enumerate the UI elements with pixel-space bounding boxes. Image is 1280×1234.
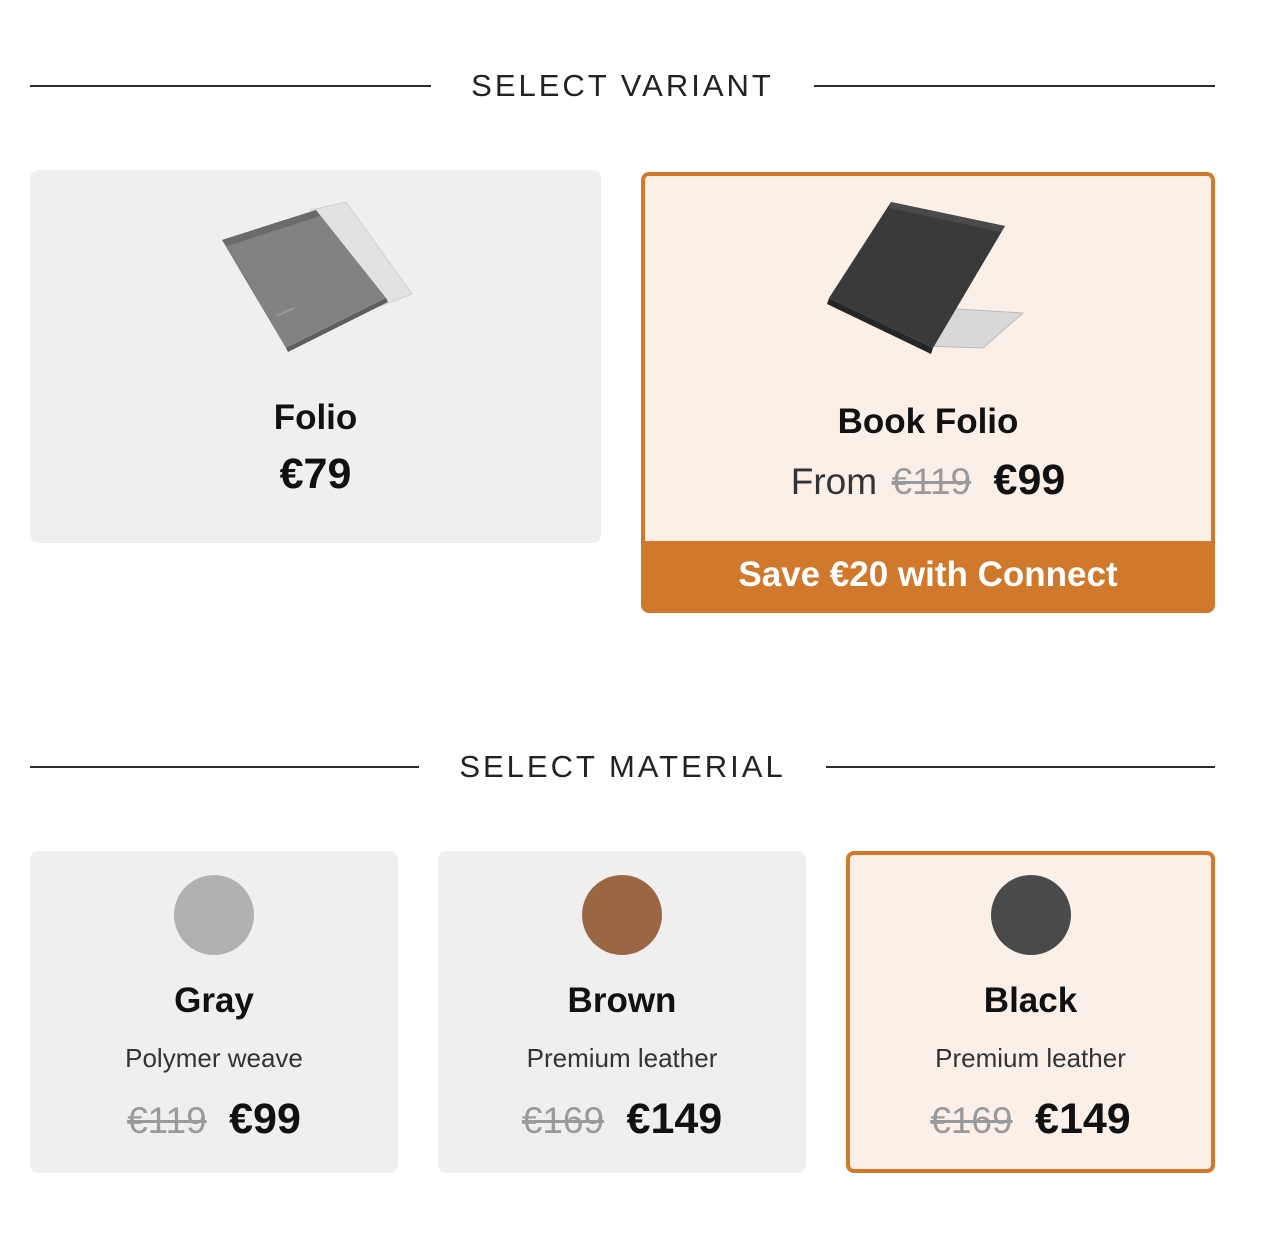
from-label: From [790, 461, 878, 502]
material-section-title: SELECT MATERIAL [459, 749, 786, 784]
material-description: Premium leather [935, 1043, 1126, 1073]
material-name: Brown [567, 981, 677, 1020]
color-swatch-gray [174, 875, 254, 955]
variant-price-line: From €119 €99 [645, 456, 1211, 505]
black-book-folio-image [827, 202, 1025, 354]
variant-name: Book Folio [837, 402, 1019, 441]
divider-line-right [813, 85, 1216, 87]
variant-card-book-folio[interactable]: Book Folio From €119 €99 Save €20 with C… [641, 172, 1215, 613]
divider-line-left [30, 766, 420, 768]
variant-section-header: SELECT VARIANT [30, 66, 1216, 106]
material-name: Gray [174, 981, 254, 1020]
material-price: €149 [1035, 1095, 1131, 1143]
variant-name: Folio [273, 398, 358, 437]
material-name: Black [983, 981, 1078, 1020]
material-description: Polymer weave [125, 1043, 303, 1073]
old-price: €169 [930, 1100, 1013, 1141]
material-card-brown[interactable]: Brown Premium leather €169 €149 [438, 851, 806, 1173]
variant-price: €99 [993, 456, 1066, 504]
material-price-line: €169 €149 [850, 1095, 1211, 1144]
material-section-header: SELECT MATERIAL [30, 747, 1216, 787]
connect-promo-banner: Save €20 with Connect [645, 541, 1211, 609]
material-price: €99 [229, 1095, 301, 1143]
variant-price: €79 [279, 450, 352, 498]
material-price-line: €119 €99 [30, 1095, 398, 1144]
variant-card-folio[interactable]: Folio €79 [30, 170, 601, 543]
old-price: €119 [891, 461, 972, 502]
material-card-gray[interactable]: Gray Polymer weave €119 €99 [30, 851, 398, 1173]
variant-price-line: €79 [30, 450, 601, 499]
old-price: €169 [521, 1100, 605, 1141]
product-options-page: SELECT VARIANT Folio €79 Book Folio From… [0, 0, 1280, 1234]
gray-sleeve-image [221, 201, 413, 352]
material-card-black[interactable]: Black Premium leather €169 €149 [846, 851, 1215, 1173]
divider-line-left [30, 85, 432, 87]
material-description: Premium leather [526, 1043, 718, 1073]
material-price-line: €169 €149 [438, 1095, 806, 1144]
divider-line-right [825, 766, 1216, 768]
variant-section-title: SELECT VARIANT [471, 68, 774, 103]
color-swatch-black [990, 875, 1071, 955]
color-swatch-brown [582, 875, 662, 955]
material-price: €149 [626, 1095, 723, 1143]
old-price: €119 [127, 1100, 207, 1141]
